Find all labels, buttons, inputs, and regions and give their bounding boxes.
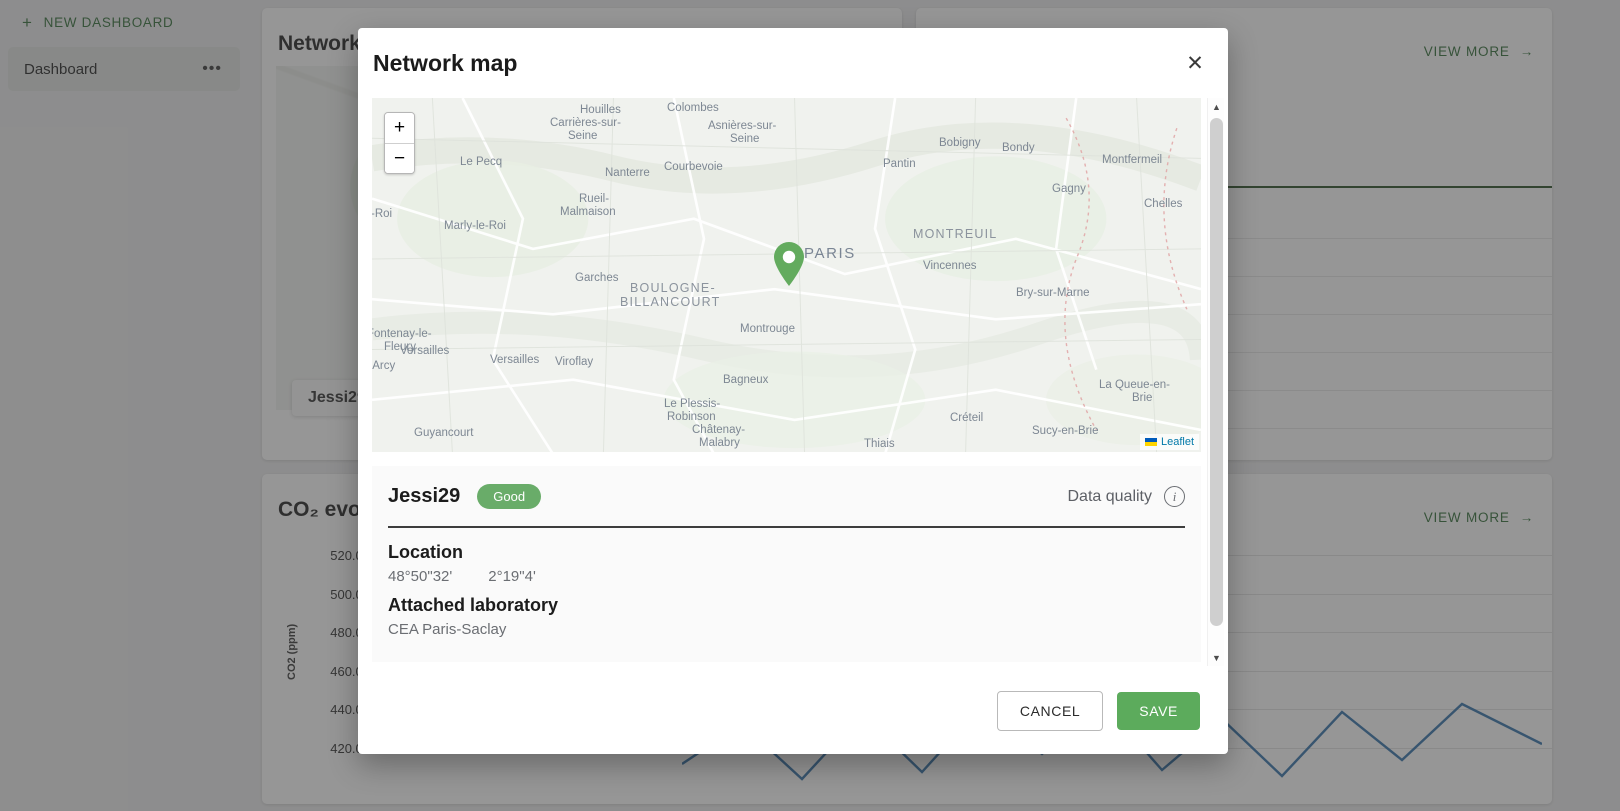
map-city-label: PARIS xyxy=(804,245,856,262)
zoom-out-button[interactable]: − xyxy=(385,143,414,173)
map-place-label: Seine xyxy=(568,130,597,142)
laboratory-title: Attached laboratory xyxy=(388,595,1185,616)
scrollbar-thumb[interactable] xyxy=(1210,118,1223,626)
map-place-label: BILLANCOURT xyxy=(620,295,721,309)
map-place-label: Créteil xyxy=(950,412,983,424)
info-icon[interactable]: i xyxy=(1164,486,1185,507)
device-name: Jessi29 xyxy=(388,485,460,508)
map-place-label: Le Pecq xyxy=(460,156,502,168)
dialog-header: Network map ✕ xyxy=(358,28,1228,98)
device-info-card: Jessi29 Good Data quality i Location 48°… xyxy=(372,466,1201,662)
map-place-label: Vincennes xyxy=(923,260,977,272)
map-place-label: Versailles xyxy=(490,354,539,366)
location-coordinates: 48°50"32' 2°19"4' xyxy=(388,568,1185,585)
map-place-label: Courbevoie xyxy=(664,161,723,173)
leaflet-map[interactable]: + − HouillesColombesCarrières-sur-SeineA… xyxy=(372,98,1201,452)
data-quality-label: Data quality xyxy=(1068,488,1153,506)
map-place-label: Fontenay-le- xyxy=(372,328,432,340)
data-quality-group: Data quality i xyxy=(1068,486,1186,507)
save-button[interactable]: SAVE xyxy=(1117,692,1200,730)
map-place-label: Châtenay- xyxy=(692,424,745,436)
map-place-label: Houilles xyxy=(580,104,621,116)
map-place-label: Bondy xyxy=(1002,142,1035,154)
map-place-label: Le Plessis- xyxy=(664,398,720,410)
dialog-title: Network map xyxy=(358,50,517,77)
map-attribution[interactable]: Leaflet xyxy=(1140,434,1199,450)
map-place-label: Brie xyxy=(1132,392,1152,404)
dialog-scrollbar[interactable]: ▲ ▼ xyxy=(1207,98,1224,666)
map-place-label: Marly-le-Roi xyxy=(444,220,506,232)
map-place-label: Bry-sur-Marne xyxy=(1016,287,1089,299)
map-place-label: 'Arcy xyxy=(372,360,395,372)
map-place-label: Gagny xyxy=(1052,183,1086,195)
map-place-label: Asnières-sur- xyxy=(708,120,776,132)
map-place-label: Sucy-en-Brie xyxy=(1032,425,1098,437)
map-place-label: Bobigny xyxy=(939,137,981,149)
map-place-label: Bagneux xyxy=(723,374,768,386)
map-place-label: Montrouge xyxy=(740,323,795,335)
dialog-footer: CANCEL SAVE xyxy=(358,674,1228,754)
map-place-label: Pantin xyxy=(883,158,916,170)
map-place-label: Montfermeil xyxy=(1102,154,1162,166)
scroll-down-arrow[interactable]: ▼ xyxy=(1208,649,1225,666)
map-place-label: Colombes xyxy=(667,102,719,114)
map-place-label: La Queue-en- xyxy=(1099,379,1170,391)
map-place-label: MONTREUIL xyxy=(913,227,997,241)
map-place-label: Versailles xyxy=(400,345,449,357)
map-marker-icon[interactable] xyxy=(772,241,806,287)
map-place-label: Garches xyxy=(575,272,618,284)
close-icon[interactable]: ✕ xyxy=(1182,50,1208,76)
map-place-label: Guyancourt xyxy=(414,427,473,439)
dialog-body: + − HouillesColombesCarrières-sur-SeineA… xyxy=(358,98,1228,674)
map-place-label: Chelles xyxy=(1144,198,1182,210)
longitude-value: 2°19"4' xyxy=(488,568,536,585)
map-place-label: Rueil- xyxy=(579,193,609,205)
map-place-label: Robinson xyxy=(667,411,716,423)
map-place-label: BOULOGNE- xyxy=(630,281,716,295)
map-place-label: Seine xyxy=(730,133,759,145)
map-place-label: Carrières-sur- xyxy=(550,117,621,129)
leaflet-link[interactable]: Leaflet xyxy=(1161,436,1194,448)
laboratory-value: CEA Paris-Saclay xyxy=(388,621,1185,638)
cancel-button[interactable]: CANCEL xyxy=(997,691,1103,731)
map-place-label: Malmaison xyxy=(560,206,616,218)
dialog-scroll-content: + − HouillesColombesCarrières-sur-SeineA… xyxy=(372,98,1201,662)
map-place-label: Malabry xyxy=(699,437,740,449)
divider xyxy=(388,526,1185,528)
scroll-up-arrow[interactable]: ▲ xyxy=(1208,98,1225,115)
device-info-header: Jessi29 Good Data quality i xyxy=(388,484,1185,509)
location-title: Location xyxy=(388,542,1185,563)
latitude-value: 48°50"32' xyxy=(388,568,452,585)
map-zoom-controls: + − xyxy=(384,112,415,174)
map-place-label: Thiais xyxy=(864,438,895,450)
map-place-label: Viroflay xyxy=(555,356,593,368)
map-place-label: -Roi xyxy=(372,208,392,220)
status-badge: Good xyxy=(477,484,541,509)
network-map-dialog: Network map ✕ xyxy=(358,28,1228,754)
ukraine-flag-icon xyxy=(1145,438,1157,446)
zoom-in-button[interactable]: + xyxy=(385,113,414,143)
map-place-label: Nanterre xyxy=(605,167,650,179)
